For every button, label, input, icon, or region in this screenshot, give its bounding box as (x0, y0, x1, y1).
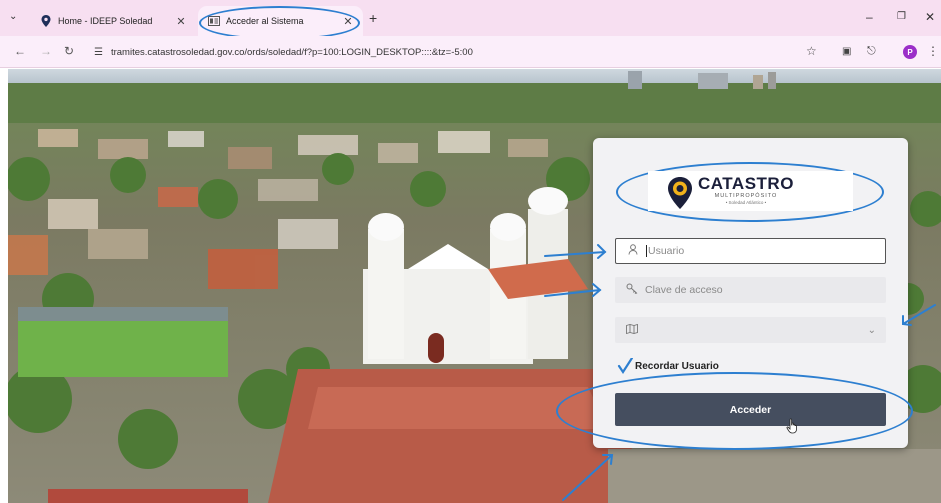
password-input[interactable] (645, 284, 865, 296)
reload-icon[interactable]: ↻ (64, 44, 74, 58)
url-text: tramites.catastrosoledad.gov.co/ords/sol… (110, 46, 473, 58)
password-field[interactable] (615, 277, 886, 303)
profile-avatar[interactable]: P (903, 45, 917, 59)
back-icon[interactable]: ← (14, 44, 26, 58)
logo-caption: • Soledad Atlántico • (725, 200, 767, 205)
username-field[interactable] (615, 238, 886, 264)
cast-icon[interactable]: ▣ (842, 45, 851, 59)
address-bar[interactable]: ☰ tramites.catastrosoledad.gov.co/ords/s… (84, 41, 836, 63)
tab-home[interactable]: Home - IDEEP Soledad ✕ (32, 6, 196, 36)
map-select[interactable]: ⌄ (615, 317, 886, 343)
extensions-icon[interactable]: ⎋ (867, 44, 876, 58)
tab-login[interactable]: Acceder al Sistema ✕ (198, 6, 363, 36)
close-window-icon[interactable]: ✕ (925, 10, 935, 24)
remember-user-checkbox[interactable]: Recordar Usuario (617, 356, 719, 375)
minimize-icon[interactable]: – (866, 10, 873, 24)
login-button[interactable]: Acceder (615, 393, 886, 426)
logo-subtitle: MULTIPROPÓSITO (714, 193, 778, 199)
new-tab-icon[interactable]: + (369, 11, 377, 25)
browser-tab-strip: ⌄ Home - IDEEP Soledad ✕ Acceder al Sist… (0, 0, 941, 40)
logo-title: CATASTRO (698, 174, 794, 193)
location-logo-icon (668, 177, 692, 209)
app-favicon-icon (208, 15, 220, 27)
restore-icon[interactable]: ❐ (897, 10, 906, 24)
catastro-logo: CATASTRO MULTIPROPÓSITO • Soledad Atlánt… (648, 171, 853, 211)
chevron-down-icon: ⌄ (867, 324, 876, 336)
hand-cursor-icon (786, 418, 797, 434)
username-input[interactable] (648, 245, 868, 257)
tab-title: Acceder al Sistema (226, 16, 304, 26)
tab-title: Home - IDEEP Soledad (58, 16, 153, 26)
remember-user-label: Recordar Usuario (635, 360, 719, 372)
key-icon (625, 283, 639, 297)
map-pin-icon (40, 15, 52, 27)
close-tab-icon[interactable]: ✕ (174, 15, 188, 28)
bookmark-star-icon[interactable]: ☆ (806, 44, 817, 58)
forward-icon[interactable]: → (40, 44, 52, 58)
tab-search-chevron-icon[interactable]: ⌄ (9, 11, 17, 22)
browser-menu-icon[interactable]: ⋮ (927, 44, 939, 58)
browser-toolbar: ← → ↻ ☰ tramites.catastrosoledad.gov.co/… (0, 36, 941, 68)
text-cursor (646, 245, 647, 257)
close-tab-icon[interactable]: ✕ (341, 15, 355, 28)
checkmark-icon (617, 356, 634, 375)
map-icon (625, 323, 639, 337)
user-icon (626, 244, 640, 258)
screen: ⌄ Home - IDEEP Soledad ✕ Acceder al Sist… (0, 0, 941, 503)
site-settings-icon[interactable]: ☰ (94, 47, 103, 58)
login-panel: CATASTRO MULTIPROPÓSITO • Soledad Atlánt… (556, 138, 913, 450)
